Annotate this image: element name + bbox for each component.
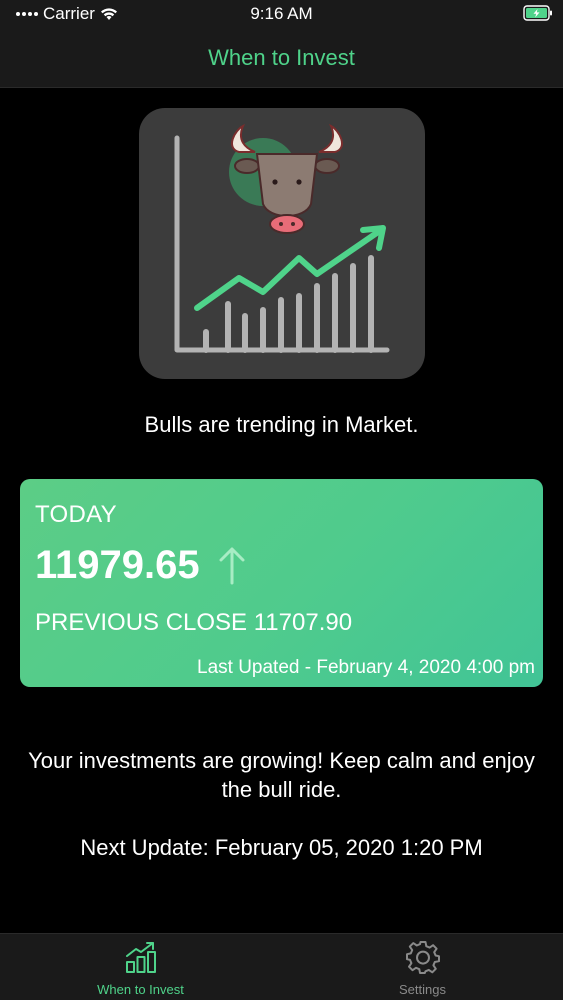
investment-message: Your investments are growing! Keep calm … — [28, 748, 535, 802]
market-summary-card: TODAY 11979.65 PREVIOUS CLOSE 11707.90 L… — [20, 479, 543, 687]
navigation-bar: When to Invest — [0, 28, 563, 88]
next-update: Next Update: February 05, 2020 1:20 PM — [80, 835, 483, 860]
market-trend-text: Bulls are trending in Market. — [144, 412, 419, 437]
tab-settings[interactable]: Settings — [282, 934, 563, 1000]
page-title: When to Invest — [208, 45, 355, 70]
tab-label: When to Invest — [97, 982, 184, 997]
bull-market-chart-icon — [139, 108, 425, 379]
battery-icon — [523, 5, 553, 26]
status-time: 9:16 AM — [250, 4, 313, 23]
tab-bar: When to Invest Settings — [0, 933, 563, 1000]
chart-growth-icon — [124, 940, 158, 979]
tab-label: Settings — [399, 982, 446, 997]
tab-when-to-invest[interactable]: When to Invest — [0, 934, 281, 1000]
current-index-value: 11979.65 — [35, 543, 200, 587]
last-updated: Last Upated - February 4, 2020 4:00 pm — [197, 657, 535, 678]
arrow-up-icon — [218, 545, 246, 590]
previous-close: PREVIOUS CLOSE 11707.90 — [35, 609, 353, 636]
status-bar: Carrier 9:16 AM — [0, 0, 563, 28]
gear-icon — [406, 940, 440, 979]
current-value-row: 11979.65 — [35, 541, 246, 590]
card-label-today: TODAY — [35, 501, 117, 528]
